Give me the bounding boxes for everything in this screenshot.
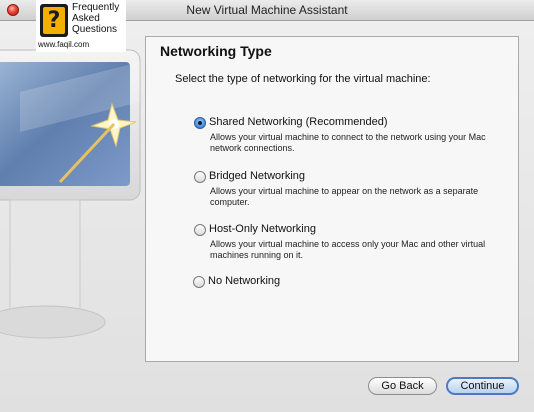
radio-no-networking[interactable] bbox=[193, 276, 205, 288]
logo-text-line3: Questions bbox=[72, 24, 118, 35]
option-label[interactable]: Bridged Networking bbox=[209, 170, 305, 182]
page-title: Networking Type bbox=[160, 43, 272, 59]
logo-text-line1: Frequently bbox=[72, 2, 120, 13]
radio-shared-networking[interactable] bbox=[194, 117, 206, 129]
radio-host-only-networking[interactable] bbox=[194, 224, 206, 236]
option-label[interactable]: No Networking bbox=[208, 275, 280, 287]
continue-button[interactable]: Continue bbox=[446, 377, 519, 395]
option-description: Allows your virtual machine to connect t… bbox=[210, 132, 486, 153]
virtual-machine-illustration bbox=[0, 49, 141, 339]
instruction-text: Select the type of networking for the vi… bbox=[175, 73, 431, 85]
faq-logo: ? Frequently Asked Questions www.faqil.c… bbox=[36, 0, 126, 52]
logo-text-line2: Asked bbox=[72, 13, 100, 24]
option-label[interactable]: Shared Networking (Recommended) bbox=[209, 116, 388, 128]
faq-logo-icon: ? bbox=[40, 4, 68, 37]
radio-bridged-networking[interactable] bbox=[194, 171, 206, 183]
option-description: Allows your virtual machine to appear on… bbox=[210, 186, 479, 207]
option-description: Allows your virtual machine to access on… bbox=[210, 239, 486, 260]
option-label[interactable]: Host-Only Networking bbox=[209, 223, 316, 235]
logo-url: www.faqil.com bbox=[38, 40, 90, 49]
go-back-button[interactable]: Go Back bbox=[368, 377, 437, 395]
